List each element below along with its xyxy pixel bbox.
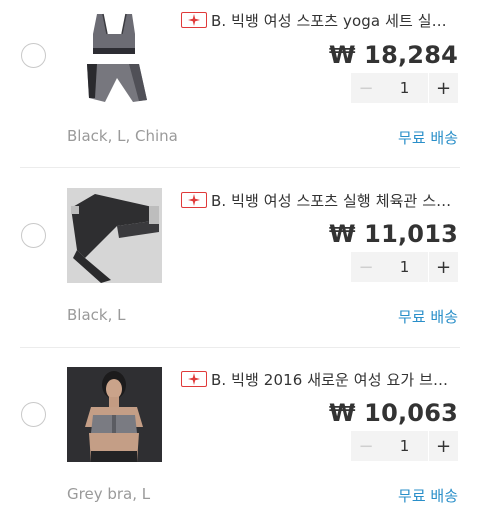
free-shipping-link[interactable]: 무료 배송 <box>398 127 458 148</box>
leggings-icon <box>67 188 162 283</box>
quantity-value[interactable]: 1 <box>381 431 428 461</box>
free-shipping-link[interactable]: 무료 배송 <box>398 306 458 327</box>
quantity-stepper: − 1 + <box>351 73 458 103</box>
select-item-radio[interactable] <box>21 43 46 68</box>
cart-item: B. 빅뱅 여성 스포츠 실행 체육관 스… ₩ 11,013 − 1 + Bl… <box>0 168 480 347</box>
sparkle-badge-icon <box>181 371 207 387</box>
product-title-row[interactable]: B. 빅뱅 여성 스포츠 yoga 세트 실… <box>181 10 458 30</box>
sparkle-badge-icon <box>181 192 207 208</box>
product-option: Black, L, China <box>67 127 178 145</box>
sports-bra-and-leggings-icon <box>87 13 147 102</box>
product-image[interactable] <box>67 8 162 103</box>
decrease-quantity-button[interactable]: − <box>351 73 381 103</box>
select-item-radio[interactable] <box>21 402 46 427</box>
cart-item: B. 빅뱅 2016 새로운 여성 요가 브… ₩ 10,063 − 1 + G… <box>0 348 480 508</box>
product-title: B. 빅뱅 2016 새로운 여성 요가 브… <box>211 370 449 389</box>
cart-item: B. 빅뱅 여성 스포츠 yoga 세트 실… ₩ 18,284 − 1 + B… <box>0 0 480 168</box>
decrease-quantity-button[interactable]: − <box>351 252 381 282</box>
quantity-value[interactable]: 1 <box>381 73 428 103</box>
product-image[interactable] <box>67 367 162 462</box>
select-item-radio[interactable] <box>21 223 46 248</box>
product-price: ₩ 18,284 <box>328 41 458 69</box>
quantity-stepper: − 1 + <box>351 431 458 461</box>
product-option: Black, L <box>67 306 126 324</box>
quantity-value[interactable]: 1 <box>381 252 428 282</box>
product-title: B. 빅뱅 여성 스포츠 실행 체육관 스… <box>211 191 452 210</box>
product-price: ₩ 11,013 <box>328 220 458 248</box>
model-sports-bra-icon <box>67 367 162 462</box>
sparkle-badge-icon <box>181 12 207 28</box>
product-title-row[interactable]: B. 빅뱅 여성 스포츠 실행 체육관 스… <box>181 190 458 210</box>
increase-quantity-button[interactable]: + <box>428 73 458 103</box>
product-title-row[interactable]: B. 빅뱅 2016 새로운 여성 요가 브… <box>181 369 458 389</box>
product-price: ₩ 10,063 <box>328 399 458 427</box>
product-option: Grey bra, L <box>67 485 151 503</box>
decrease-quantity-button[interactable]: − <box>351 431 381 461</box>
increase-quantity-button[interactable]: + <box>428 252 458 282</box>
free-shipping-link[interactable]: 무료 배송 <box>398 485 458 506</box>
product-image[interactable] <box>67 188 162 283</box>
quantity-stepper: − 1 + <box>351 252 458 282</box>
increase-quantity-button[interactable]: + <box>428 431 458 461</box>
product-title: B. 빅뱅 여성 스포츠 yoga 세트 실… <box>211 11 447 30</box>
